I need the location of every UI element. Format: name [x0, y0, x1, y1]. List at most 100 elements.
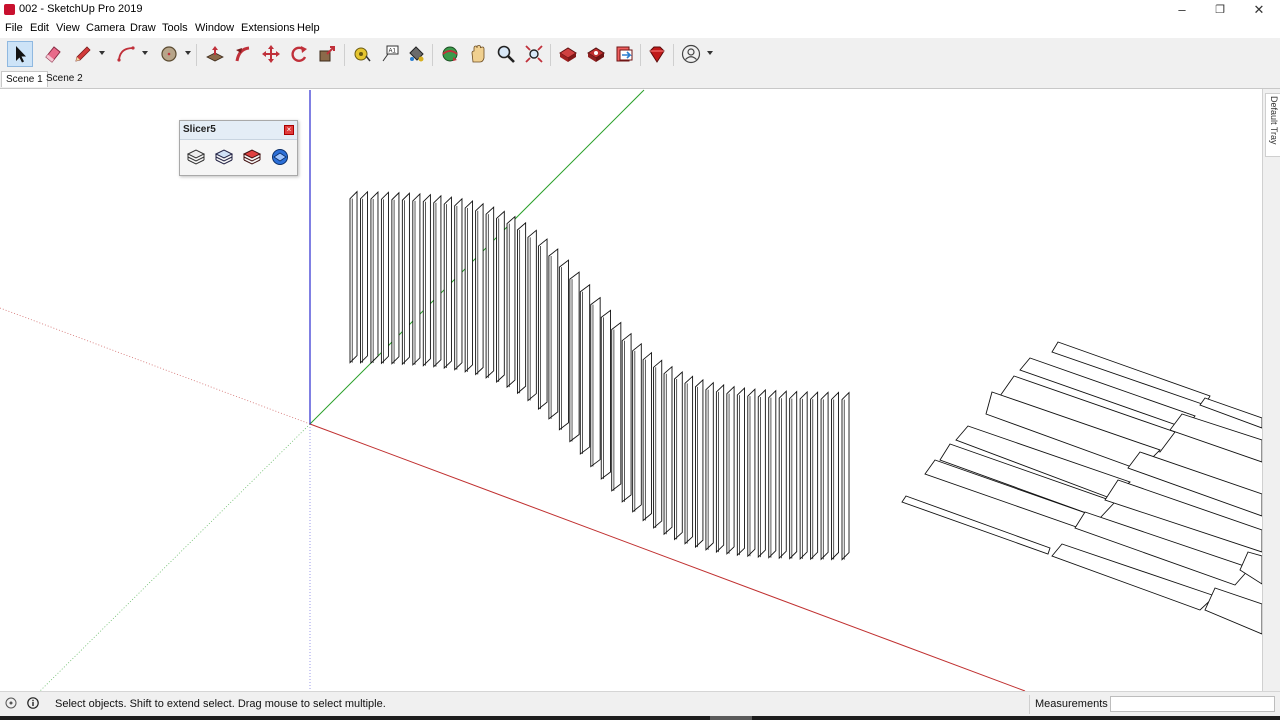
geo-location-icon[interactable] [5, 697, 17, 709]
scale-tool-button[interactable] [314, 41, 340, 67]
fin-face [349, 190, 358, 364]
wave-fin-model[interactable] [349, 190, 850, 561]
circle-tool-button[interactable] [156, 41, 182, 67]
move-icon [262, 45, 280, 63]
flattened-slices-layout[interactable] [901, 341, 1262, 635]
arc-dropdown-icon[interactable] [142, 51, 148, 55]
slicer5-layout-button[interactable] [242, 147, 262, 167]
menu-extensions[interactable]: Extensions [241, 22, 295, 34]
select-tool-button[interactable] [7, 41, 33, 67]
slicer5-toolbar-panel: Slicer5 × [179, 120, 298, 176]
drawing-viewport[interactable] [0, 89, 1262, 691]
follow-me-tool-button[interactable] [230, 41, 256, 67]
wave-fin [736, 386, 745, 557]
flat-slice-piece [1239, 551, 1262, 585]
fin-face [757, 388, 766, 559]
fin-face [653, 359, 663, 529]
fin-face [663, 365, 673, 536]
scene-tabs-bar: Scene 1 Scene 2 [0, 70, 1280, 89]
account-dropdown-icon[interactable] [707, 51, 713, 55]
toolbar-separator [432, 44, 433, 66]
fin-face [810, 391, 819, 561]
menu-bar: File Edit View Camera Draw Tools Window … [0, 20, 1280, 38]
ruby-extension-button[interactable] [644, 41, 670, 67]
fin-face [537, 238, 548, 411]
menu-edit[interactable]: Edit [30, 22, 49, 34]
sketchup-logo-icon [4, 4, 15, 15]
slicer5-settings-button[interactable] [214, 147, 234, 167]
scene-tab-2[interactable]: Scene 2 [42, 71, 87, 86]
paint-bucket-tool-button[interactable] [403, 41, 429, 67]
ruby-extension-icon [649, 46, 665, 63]
wave-fin [653, 359, 663, 529]
fin-face [517, 221, 527, 395]
fin-face [820, 391, 829, 561]
restore-button[interactable]: ❐ [1200, 0, 1240, 20]
wave-fin [778, 390, 787, 560]
menu-camera[interactable]: Camera [86, 22, 125, 34]
fin-face [841, 391, 850, 561]
wave-fin [401, 192, 410, 366]
toolbar-separator [550, 44, 551, 66]
layout-send-button[interactable] [611, 41, 637, 67]
menu-tools[interactable]: Tools [162, 22, 188, 34]
rotate-tool-button[interactable] [286, 41, 312, 67]
wave-fin [569, 271, 580, 443]
model-canvas[interactable] [0, 89, 1262, 691]
arc-icon [117, 46, 135, 62]
account-button[interactable] [678, 41, 704, 67]
menu-window[interactable]: Window [195, 22, 234, 34]
info-icon[interactable] [27, 697, 39, 709]
slicer5-panel-header[interactable]: Slicer5 × [180, 121, 297, 140]
wave-fin [517, 221, 527, 395]
wave-fin [705, 381, 714, 551]
fin-face [831, 391, 840, 561]
menu-view[interactable]: View [56, 22, 80, 34]
default-tray-tab[interactable]: Default Tray [1265, 93, 1280, 157]
menu-help[interactable]: Help [297, 22, 320, 34]
toolbar-separator [640, 44, 641, 66]
arc-tool-button[interactable] [113, 41, 139, 67]
minimize-button[interactable]: – [1162, 0, 1202, 20]
wave-fin [810, 391, 819, 561]
wave-fin [600, 309, 611, 480]
menu-draw[interactable]: Draw [130, 22, 156, 34]
push-pull-tool-button[interactable] [202, 41, 228, 67]
extension-warehouse-icon [587, 47, 605, 62]
shape-dropdown-icon[interactable] [185, 51, 191, 55]
drawing-axes [0, 89, 1026, 691]
fin-face [527, 229, 537, 402]
fin-face [674, 371, 683, 541]
3d-warehouse-button[interactable] [555, 41, 581, 67]
close-button[interactable]: ✕ [1239, 0, 1279, 20]
green-axis-negative [39, 423, 311, 691]
wave-fin [558, 259, 569, 431]
move-tool-button[interactable] [258, 41, 284, 67]
scene-tab-1[interactable]: Scene 1 [1, 71, 48, 87]
wave-fin [632, 342, 642, 513]
pencil-tool-button[interactable] [70, 41, 96, 67]
pencil-dropdown-icon[interactable] [99, 51, 105, 55]
zoom-tool-button[interactable] [493, 41, 519, 67]
wave-fin [548, 248, 559, 420]
measurements-input[interactable] [1110, 696, 1275, 712]
eraser-tool-button[interactable] [40, 41, 66, 67]
text-tool-button[interactable]: A1 [377, 41, 403, 67]
fin-face [548, 248, 559, 420]
pan-tool-button[interactable] [465, 41, 491, 67]
menu-file[interactable]: File [5, 22, 23, 34]
zoom-extents-tool-button[interactable] [521, 41, 547, 67]
fin-face [569, 271, 580, 443]
fin-face [464, 199, 473, 373]
orbit-tool-button[interactable] [437, 41, 463, 67]
extension-warehouse-button[interactable] [583, 41, 609, 67]
fin-face [590, 296, 601, 468]
slicer5-close-button[interactable]: × [284, 125, 294, 135]
tape-measure-tool-button[interactable] [349, 41, 375, 67]
wave-fin [684, 375, 694, 545]
slicer5-slice-button[interactable] [186, 147, 206, 167]
fin-face [715, 383, 725, 554]
fin-face [360, 190, 368, 364]
toolbar-separator [673, 44, 674, 66]
slicer5-export-button[interactable] [270, 147, 290, 167]
